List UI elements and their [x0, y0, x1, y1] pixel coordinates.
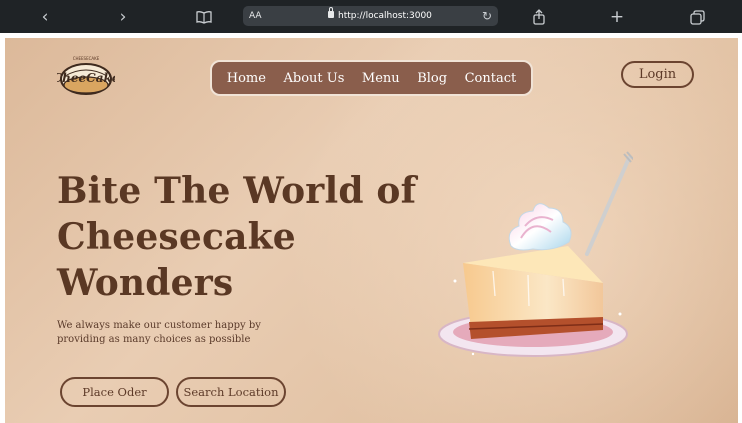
- new-tab-icon[interactable]: +: [606, 6, 628, 28]
- nav-about-link[interactable]: About Us: [283, 71, 344, 86]
- hero-subtitle: We always make our customer happy by pro…: [57, 320, 261, 345]
- nav-home-link[interactable]: Home: [227, 71, 266, 86]
- logo-wordmark: CheeCake: [57, 71, 115, 85]
- reload-icon[interactable]: ↻: [482, 7, 492, 25]
- page-viewport: CheeCake CHEESECAKE Home About Us Menu B…: [5, 38, 738, 423]
- place-order-button[interactable]: Place Oder: [60, 377, 169, 407]
- nav-blog-link[interactable]: Blog: [417, 71, 447, 86]
- browser-toolbar: ‹ › AA http://localhost:3000 ↻ +: [0, 0, 742, 33]
- bookmarks-icon[interactable]: [193, 6, 215, 28]
- back-icon[interactable]: ‹: [34, 6, 56, 28]
- login-button[interactable]: Login: [621, 61, 694, 88]
- lock-icon: [328, 7, 334, 18]
- hero-title: Bite The World of Cheesecake Wonders: [57, 170, 417, 304]
- url-field[interactable]: http://localhost:3000: [338, 8, 432, 24]
- address-bar[interactable]: AA http://localhost:3000 ↻: [243, 6, 498, 26]
- forward-icon[interactable]: ›: [112, 6, 134, 28]
- share-icon[interactable]: [528, 6, 550, 28]
- search-location-button[interactable]: Search Location: [176, 377, 286, 407]
- nav-contact-link[interactable]: Contact: [465, 71, 517, 86]
- cheesecake-image: [433, 146, 635, 361]
- cheesecake-logo[interactable]: CheeCake CHEESECAKE: [53, 52, 120, 98]
- nav-menu-link[interactable]: Menu: [362, 71, 400, 86]
- text-size-button[interactable]: AA: [249, 8, 262, 24]
- tabs-overview-icon[interactable]: [686, 6, 708, 28]
- main-nav: Home About Us Menu Blog Contact: [210, 60, 533, 96]
- logo-arc-text: CHEESECAKE: [73, 56, 100, 61]
